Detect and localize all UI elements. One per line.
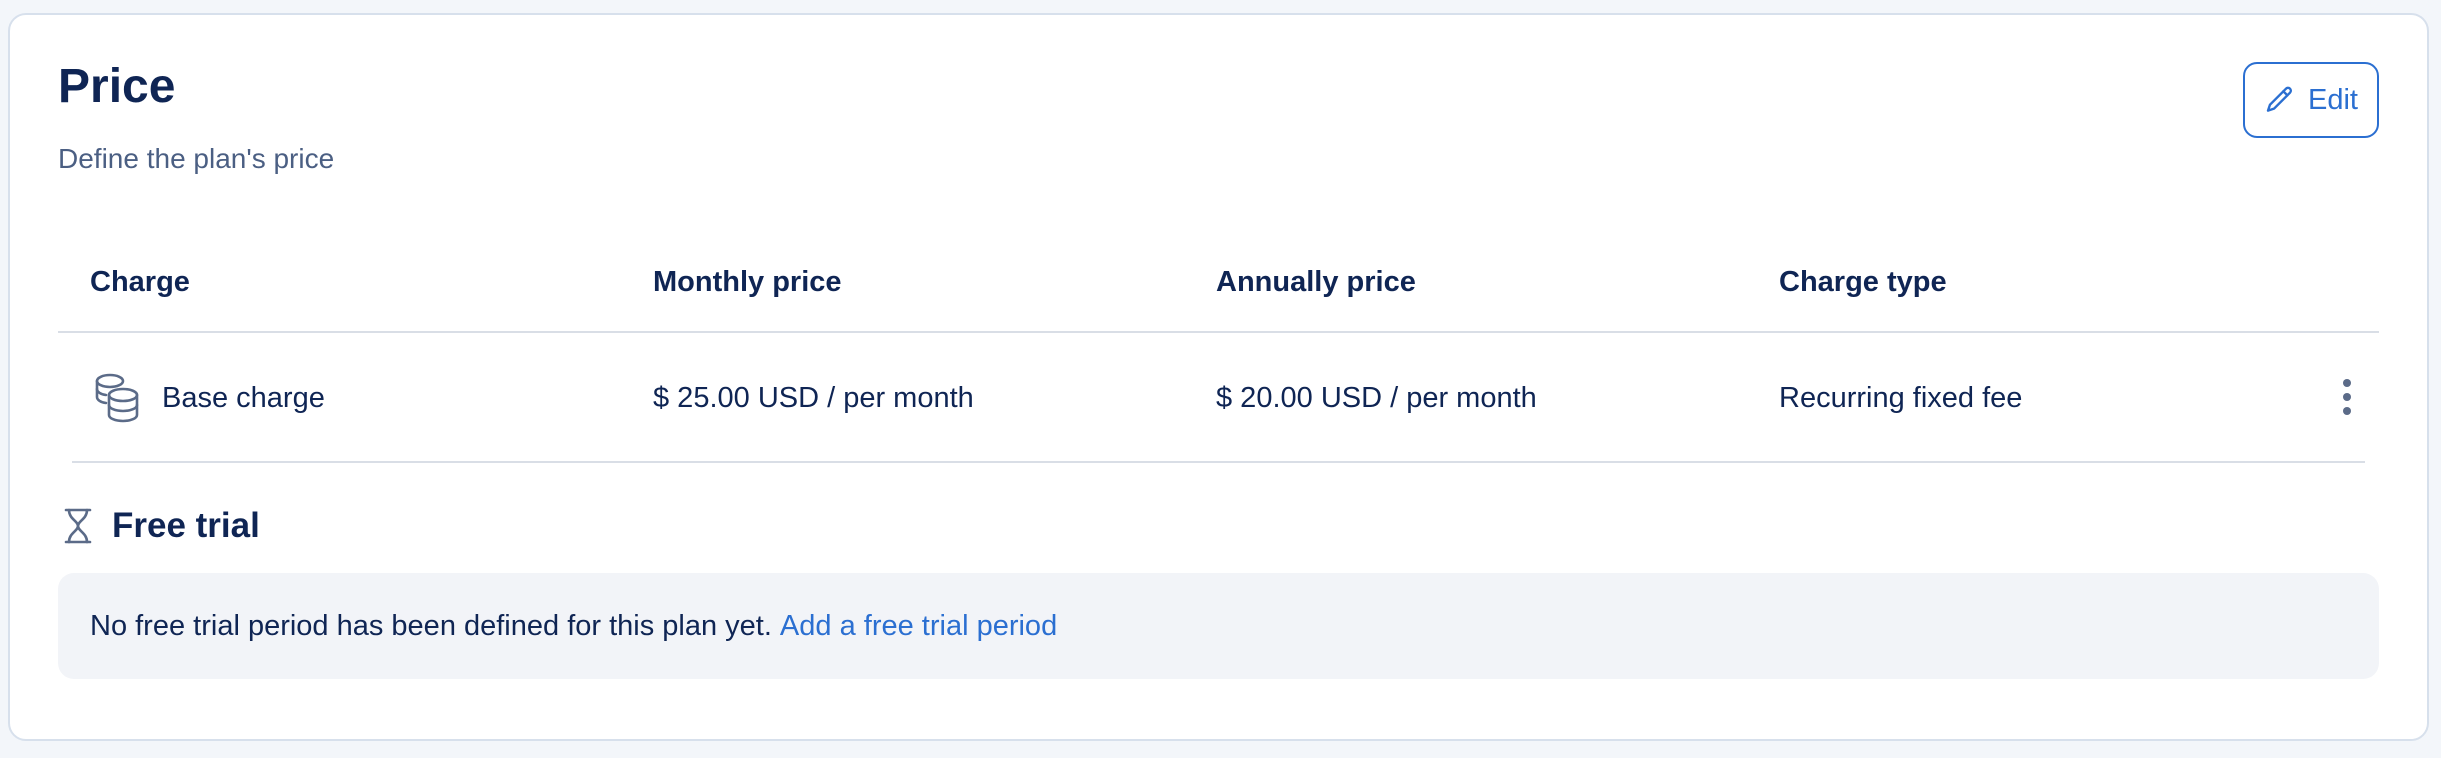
free-trial-message: No free trial period has been defined fo…: [90, 609, 772, 642]
more-vertical-icon[interactable]: [2341, 379, 2353, 415]
monthly-price: $ 25.00 USD / per month: [653, 382, 974, 414]
page-subtitle: Define the plan's price: [58, 143, 335, 174]
column-header-annually-price: Annually price: [1216, 266, 1416, 298]
charge-type: Recurring fixed fee: [1779, 382, 2023, 414]
edit-button-label: Edit: [2308, 83, 2358, 116]
annually-price: $ 20.00 USD / per month: [1216, 382, 1537, 414]
free-trial-notice: No free trial period has been defined fo…: [58, 573, 2379, 679]
pencil-icon: [2266, 86, 2293, 112]
column-header-monthly-price: Monthly price: [653, 266, 842, 298]
edit-button[interactable]: Edit: [2243, 62, 2379, 138]
column-header-charge-type: Charge type: [1779, 266, 1947, 298]
add-free-trial-link[interactable]: Add a free trial period: [780, 610, 1057, 643]
free-trial-title: Free trial: [112, 506, 260, 545]
table-header: Charge Monthly price Annually price Char…: [58, 245, 2379, 333]
price-card: Price Define the plan's price Edit Charg…: [8, 13, 2429, 741]
column-header-charge: Charge: [90, 266, 190, 298]
hourglass-icon: [64, 508, 92, 544]
page-title: Price: [58, 60, 176, 113]
free-trial-header: Free trial: [62, 505, 260, 547]
table-row: Base charge $ 25.00 USD / per month $ 20…: [72, 333, 2365, 463]
charge-name: Base charge: [162, 382, 325, 414]
coins-icon: [95, 373, 139, 423]
